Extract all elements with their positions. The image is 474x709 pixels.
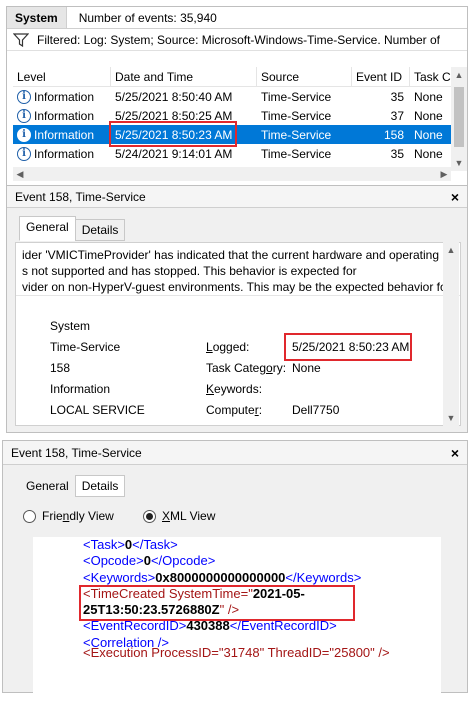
user-value: LOCAL SERVICE <box>50 403 145 417</box>
friendly-view-radio[interactable]: Frie n dly View <box>23 509 114 523</box>
event-details-panel: Event 158, Time-Service × General Detail… <box>2 440 468 693</box>
xml-line-timecreated: <TimeCreated SystemTime="2021-05- <box>83 585 305 601</box>
details-panel-tabs: General Details <box>19 475 126 497</box>
close-icon[interactable]: × <box>451 189 459 205</box>
row-source: Time-Service <box>261 146 332 161</box>
event-description: ider 'VMICTimeProvider' has indicated th… <box>16 243 460 299</box>
tab-general[interactable]: General <box>19 216 76 241</box>
event-list-vertical-scrollbar[interactable]: ▲ ▼ <box>451 67 467 171</box>
row-date: 5/25/2021 8:50:40 AM <box>115 89 233 104</box>
scroll-right-icon[interactable]: ▶ <box>437 167 451 181</box>
scroll-up-icon[interactable]: ▲ <box>451 67 467 83</box>
filter-bar: Filtered: Log: System; Source: Microsoft… <box>7 29 467 51</box>
xml-line-eventrecordid: <EventRecordID>430388</EventRecordID> <box>83 618 337 634</box>
logged-value: 5/25/2021 8:50:23 AM <box>292 340 410 354</box>
xml-view-content: <Task>0</Task> <Opcode>0</Opcode> <Keywo… <box>33 537 441 693</box>
description-line: vider on non-HyperV-guest environments. … <box>22 280 447 294</box>
description-line: s not supported and has stopped. This be… <box>22 264 357 278</box>
row-date: 5/24/2021 9:14:01 AM <box>115 146 233 161</box>
row-task-category: None <box>414 89 443 104</box>
task-category-value: None <box>292 361 321 375</box>
xml-line-opcode: <Opcode>0</Opcode> <box>83 553 216 569</box>
tab-details[interactable]: Details <box>74 475 126 497</box>
row-task-category: None <box>414 127 443 142</box>
scroll-thumb[interactable] <box>454 87 464 147</box>
source-value: Time-Service <box>50 340 121 354</box>
row-event-id: 35 <box>390 89 404 104</box>
general-panel-title: Event 158, Time-Service <box>15 189 146 204</box>
computer-label: Computer: <box>206 403 263 417</box>
details-panel-titlebar: Event 158, Time-Service × <box>3 441 467 465</box>
tab-general[interactable]: General <box>19 475 76 497</box>
table-row[interactable]: i Information 5/25/2021 8:50:40 AM Time-S… <box>13 87 451 106</box>
row-event-id: 158 <box>383 127 404 142</box>
row-level: Information <box>34 89 95 104</box>
row-source: Time-Service <box>261 108 332 123</box>
log-name-value: System <box>50 319 91 333</box>
radio-checked-icon <box>143 509 156 523</box>
row-event-id: 35 <box>390 146 404 161</box>
information-icon: i <box>17 127 31 142</box>
column-header-level[interactable]: Level <box>13 67 111 86</box>
event-list-horizontal-scrollbar[interactable]: ◀ ▶ <box>13 167 451 181</box>
task-category-label: Task Category: <box>206 361 287 375</box>
scroll-down-icon[interactable]: ▼ <box>443 410 459 426</box>
row-level: Information <box>34 127 95 142</box>
row-date: 5/25/2021 8:50:23 AM <box>115 127 233 142</box>
description-line: ider 'VMICTimeProvider' has indicated th… <box>22 248 440 262</box>
general-content: ider 'VMICTimeProvider' has indicated th… <box>15 242 461 426</box>
table-row-selected[interactable]: i Information 5/25/2021 8:50:23 AM Time-S… <box>13 125 451 144</box>
row-source: Time-Service <box>261 127 332 142</box>
information-icon: i <box>17 108 31 123</box>
general-panel-titlebar: Event 158, Time-Service × <box>7 186 467 208</box>
keywords-label: Keywords: <box>206 382 263 396</box>
row-task-category: None <box>414 146 443 161</box>
xml-line-task: <Task>0</Task> <box>83 537 178 552</box>
table-row[interactable]: i Information 5/25/2021 8:50:25 AM Time-S… <box>13 106 451 125</box>
event-grid: Level Date and Time Source Event ID Task… <box>13 67 451 171</box>
row-level: Information <box>34 146 95 161</box>
general-panel-tabs: General Details <box>19 216 126 241</box>
general-vertical-scrollbar[interactable]: ▲ ▼ <box>443 242 459 426</box>
event-general-panel: Event 158, Time-Service × General Detail… <box>6 185 468 433</box>
log-name-title: System <box>7 7 67 28</box>
column-header-event-id[interactable]: Event ID <box>352 67 410 86</box>
radio-unchecked-icon <box>23 509 36 523</box>
information-icon: i <box>17 146 31 161</box>
row-date: 5/25/2021 8:50:25 AM <box>115 108 233 123</box>
table-row[interactable]: i Information 5/24/2021 9:14:01 AM Time-S… <box>13 144 451 163</box>
level-value: Information <box>50 382 111 396</box>
row-event-id: 37 <box>390 108 404 123</box>
xml-line-timecreated-cont: 25T13:50:23.5726880Z" /> <box>83 602 240 618</box>
scroll-up-icon[interactable]: ▲ <box>443 242 459 258</box>
event-id-value: 158 <box>50 361 71 375</box>
information-icon: i <box>17 89 31 104</box>
xml-line-execution: <Execution ProcessID="31748" ThreadID="2… <box>83 645 390 661</box>
logged-label: Logged: <box>206 340 250 354</box>
event-list-header: System Number of events: 35,940 <box>7 7 467 29</box>
computer-value: Dell7750 <box>292 403 340 417</box>
row-source: Time-Service <box>261 89 332 104</box>
tab-details[interactable]: Details <box>74 219 126 241</box>
scroll-down-icon[interactable]: ▼ <box>451 155 467 171</box>
xml-view-radio[interactable]: X ML View <box>143 509 215 523</box>
row-task-category: None <box>414 108 443 123</box>
filter-funnel-icon <box>13 32 29 47</box>
filter-text: Filtered: Log: System; Source: Microsoft… <box>37 32 441 47</box>
event-grid-header: Level Date and Time Source Event ID Task… <box>13 67 451 87</box>
column-header-date[interactable]: Date and Time <box>111 67 257 86</box>
details-panel-title: Event 158, Time-Service <box>11 445 142 460</box>
row-level: Information <box>34 108 95 123</box>
close-icon[interactable]: × <box>451 445 459 461</box>
xml-line-keywords: <Keywords>0x8000000000000000</Keywords> <box>83 569 362 585</box>
event-list-panel: System Number of events: 35,940 Filtered… <box>6 6 468 186</box>
column-header-source[interactable]: Source <box>257 67 352 86</box>
scroll-left-icon[interactable]: ◀ <box>13 167 27 181</box>
column-header-task-category[interactable]: Task Ca <box>410 67 451 86</box>
event-count-label: Number of events: 35,940 <box>78 10 217 25</box>
